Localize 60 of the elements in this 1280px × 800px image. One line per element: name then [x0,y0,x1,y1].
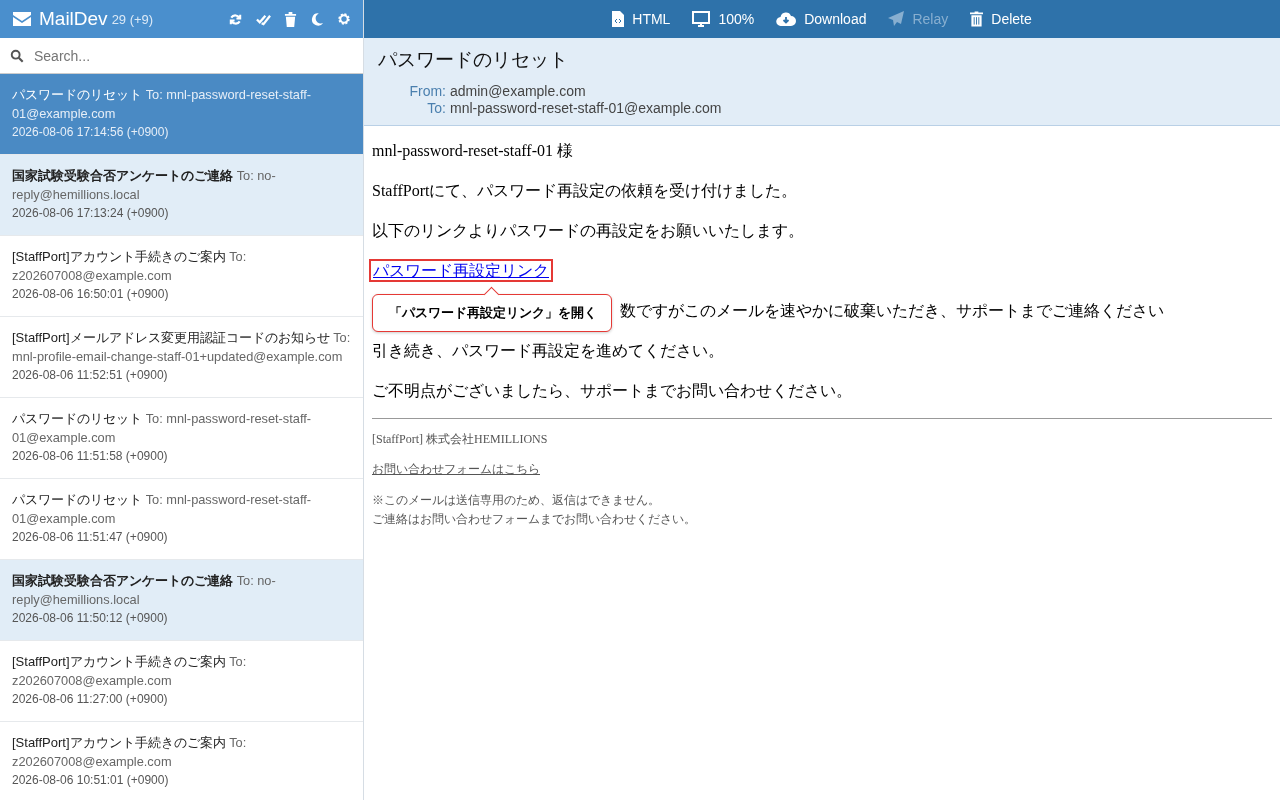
email-list-item[interactable]: パスワードのリセット To: mnl-password-reset-staff-01@example.com 2026-08-06 17:14:56 (+0900) [0,74,363,155]
contact-form-link[interactable]: お問い合わせフォームはこちら [372,462,540,476]
toolbar-button[interactable]: 100% [692,11,755,27]
message-count: 29 (+9) [111,11,154,27]
email-date: 2026-08-06 11:52:51 (+0900) [12,367,169,384]
from-label: From: [408,83,446,100]
footer-note: ご連絡はお問い合わせフォームまでお問い合わせください。 [372,511,697,528]
settings-icon[interactable] [337,12,351,26]
email-date: 2026-08-06 17:14:56 (+0900) [12,124,170,141]
body-paragraph: 数ですがこのメールを速やかに破棄いただき、サポートまでご連絡ください [620,302,1164,319]
refresh-icon[interactable] [228,11,243,27]
body-paragraph: ご不明点がございましたら、サポートまでお問い合わせください。 [372,381,853,401]
to-label: To: [426,100,446,117]
email-summary: 国家試験受験合否アンケートのご連絡 To: no-reply@hemillions.local [12,167,277,204]
toolbar-button[interactable]: Download [776,11,867,27]
to-address: mnl-password-reset-staff-01@example.com [450,100,722,117]
email-list-item[interactable]: [StaffPort]メールアドレス変更用認証コードのお知らせ To: mnl-profile-email-change-staff-01+updated@example.com 2026-08-06 11:52:51 (+0900) [0,317,363,398]
toolbar-button[interactable]: Delete [970,11,1032,27]
envelope-icon [12,11,32,27]
paper-plane-icon [888,11,905,27]
body-paragraph: mnl-password-reset-staff-01 様 [372,141,574,162]
email-summary: パスワードのリセット To: mnl-password-reset-staff-01@example.com [12,86,313,123]
email-list-item[interactable]: [StaffPort]アカウント手続きのご案内 To: z202607008@example.com 2026-08-06 11:27:00 (+0900) [0,641,363,722]
email-list-item[interactable]: パスワードのリセット To: mnl-password-reset-staff-01@example.com 2026-08-06 11:51:58 (+0900) [0,398,363,479]
email-summary: [StaffPort]アカウント手続きのご案内 To: z202607008@example.com [12,248,248,285]
body-paragraph: 以下のリンクよりパスワードの再設定をお願いいたします。 [372,221,805,241]
moon-icon[interactable] [310,11,324,27]
footer-note: ※このメールは送信専用のため、返信はできません。 [372,492,661,509]
email-date: 2026-08-06 17:13:24 (+0900) [12,205,170,222]
email-date: 2026-08-06 10:51:01 (+0900) [12,772,170,789]
email-summary: [StaffPort]アカウント手続きのご案内 To: z202607008@example.com [12,734,248,771]
monitor-icon [692,11,711,27]
footer-company: [StaffPort] 株式会社HEMILLIONS [372,431,549,447]
toolbar-button[interactable]: HTML [612,11,671,27]
email-list-item[interactable]: [StaffPort]アカウント手続きのご案内 To: z202607008@example.com 2026-08-06 16:50:01 (+0900) [0,236,363,317]
link-tooltip: 「パスワード再設定リンク」を開く [372,287,612,332]
email-summary: パスワードのリセット To: mnl-password-reset-staff-01@example.com [12,410,313,447]
message-subject: パスワードのリセット [378,48,569,72]
email-date: 2026-08-06 11:51:47 (+0900) [12,529,169,546]
cloud-download-icon [776,12,797,26]
email-date: 2026-08-06 11:50:12 (+0900) [12,610,169,627]
code-file-icon [612,11,625,27]
email-date: 2026-08-06 11:51:58 (+0900) [12,448,169,465]
email-summary: 国家試験受験合否アンケートのご連絡 To: no-reply@hemillions.local [12,572,277,609]
reset-link[interactable]: パスワード再設定リンク [372,262,550,279]
email-date: 2026-08-06 16:50:01 (+0900) [12,286,170,303]
email-list-item[interactable]: 国家試験受験合否アンケートのご連絡 To: no-reply@hemillions.local 2026-08-06 11:50:12 (+0900) [0,560,363,641]
email-list-item[interactable]: [StaffPort]アカウント手続きのご案内 To: z202607008@example.com 2026-08-06 10:51:01 (+0900) [0,722,363,800]
email-summary: [StaffPort]アカウント手続きのご案内 To: z202607008@example.com [12,653,248,690]
body-paragraph: StaffPortにて、パスワード再設定の依頼を受け付けました。 [372,181,799,201]
email-summary: パスワードのリセット To: mnl-password-reset-staff-01@example.com [12,491,313,528]
email-summary: [StaffPort]メールアドレス変更用認証コードのお知らせ To: mnl-profile-email-change-staff-01+updated@example.com [12,329,351,366]
app-name: MailDev [39,8,108,30]
email-list-item[interactable]: 国家試験受験合否アンケートのご連絡 To: no-reply@hemillions.local 2026-08-06 17:13:24 (+0900) [0,155,363,236]
trash-icon[interactable] [284,11,297,27]
trash-icon [970,11,984,27]
from-address: admin@example.com [450,83,587,100]
search-icon [10,48,24,63]
body-paragraph: 引き続き、パスワード再設定を進めてください。 [372,341,725,361]
email-date: 2026-08-06 11:27:00 (+0900) [12,691,169,708]
